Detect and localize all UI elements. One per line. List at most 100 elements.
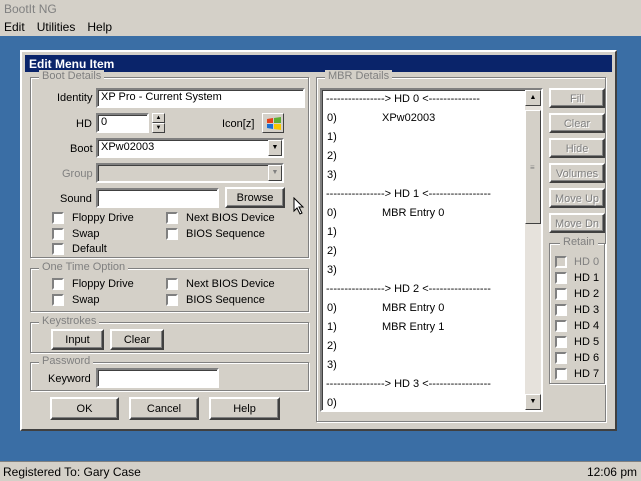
hd-input[interactable]: 0 (96, 113, 149, 133)
input-button[interactable]: Input (51, 329, 104, 350)
mbr-details-legend: MBR Details (325, 70, 393, 82)
bios-sequence-label: BIOS Sequence (186, 228, 265, 240)
retain-hd2-checkbox[interactable] (555, 288, 567, 300)
dialog-title: Edit Menu Item (25, 55, 612, 72)
mbr-entry-row[interactable]: 1) (322, 128, 528, 147)
mbr-header-hd1[interactable]: ----------------> HD 1 <----------------… (322, 185, 528, 204)
chevron-down-icon[interactable]: ▼ (268, 140, 282, 156)
cancel-button[interactable]: Cancel (129, 397, 199, 420)
windows-logo-icon[interactable] (262, 113, 284, 133)
scroll-up-icon[interactable]: ▲ (525, 90, 541, 106)
sound-label: Sound (60, 193, 92, 205)
mbr-header-hd0[interactable]: ----------------> HD 0 <-------------- (322, 90, 528, 109)
mbr-entry-row[interactable]: 0) MBR Entry 0 (322, 204, 528, 223)
browse-button[interactable]: Browse (225, 187, 285, 208)
mbr-entry-row[interactable]: 0) MBR Entry 0 (322, 299, 528, 318)
ot-floppy-drive-label: Floppy Drive (72, 278, 134, 290)
fill-button[interactable]: Fill (549, 88, 605, 108)
clock-text: 12:06 pm (586, 465, 637, 479)
floppy-drive-checkbox[interactable] (52, 212, 64, 224)
menu-bar: Edit Utilities Help (0, 18, 641, 36)
mbr-entry-row[interactable]: 3) (322, 166, 528, 185)
swap-checkbox[interactable] (52, 228, 64, 240)
ot-floppy-drive-checkbox[interactable] (52, 278, 64, 290)
retain-hd5-label: HD 5 (574, 336, 600, 348)
keyword-label: Keyword (48, 373, 91, 385)
retain-hd0-label: HD 0 (574, 256, 600, 268)
retain-hd6-checkbox[interactable] (555, 352, 567, 364)
app-title: BootIt NG (4, 2, 57, 16)
mbr-header-hd3[interactable]: ----------------> HD 3 <----------------… (322, 375, 528, 394)
grip-icon: ≡ (530, 163, 535, 172)
retain-legend: Retain (560, 236, 598, 248)
password-legend: Password (39, 355, 94, 367)
retain-hd3-checkbox[interactable] (555, 304, 567, 316)
retain-hd6-label: HD 6 (574, 352, 600, 364)
mbr-entry-row[interactable]: 2) (322, 147, 528, 166)
retain-hd1-checkbox[interactable] (555, 272, 567, 284)
keystrokes-legend: Keystrokes (39, 315, 100, 327)
help-button[interactable]: Help (209, 397, 280, 420)
identity-label: Identity (57, 92, 93, 104)
keyword-input[interactable] (96, 368, 219, 388)
ot-next-bios-device-label: Next BIOS Device (186, 278, 275, 290)
group-label: Group (62, 168, 93, 180)
mbr-entry-row[interactable]: 2) (322, 242, 528, 261)
swap-label: Swap (72, 228, 100, 240)
retain-hd1-label: HD 1 (574, 272, 600, 284)
mbr-entry-row[interactable]: 3) (322, 261, 528, 280)
menu-edit[interactable]: Edit (4, 20, 25, 34)
icon-label: Icon[z] (222, 118, 255, 130)
retain-hd7-label: HD 7 (574, 368, 600, 380)
hide-button[interactable]: Hide (549, 138, 605, 158)
mbr-list[interactable]: ----------------> HD 0 <-------------- 0… (320, 88, 543, 412)
move-down-button[interactable]: Move Dn (549, 213, 605, 233)
volumes-button[interactable]: Volumes (549, 163, 605, 183)
scroll-down-icon[interactable]: ▼ (525, 394, 541, 410)
mbr-entry-row[interactable]: 2) (322, 337, 528, 356)
ot-swap-checkbox[interactable] (52, 294, 64, 306)
ot-bios-sequence-checkbox[interactable] (166, 294, 178, 306)
boot-select[interactable]: XPw02003 ▼ (96, 138, 284, 158)
mbr-clear-button[interactable]: Clear (549, 113, 605, 133)
retain-hd5-checkbox[interactable] (555, 336, 567, 348)
menu-utilities[interactable]: Utilities (37, 20, 76, 34)
mbr-entry-row[interactable]: 3) (322, 356, 528, 375)
hd-spinner[interactable]: ▲ ▼ (152, 113, 165, 133)
default-label: Default (72, 243, 107, 255)
scroll-thumb[interactable]: ≡ (525, 110, 541, 224)
retain-hd0-checkbox (555, 256, 567, 268)
next-bios-device-checkbox[interactable] (166, 212, 178, 224)
retain-hd7-checkbox[interactable] (555, 368, 567, 380)
sound-input[interactable] (96, 188, 219, 208)
ot-swap-label: Swap (72, 294, 100, 306)
retain-hd4-label: HD 4 (574, 320, 600, 332)
bios-sequence-checkbox[interactable] (166, 228, 178, 240)
menu-help[interactable]: Help (87, 20, 112, 34)
spin-down-icon[interactable]: ▼ (152, 123, 165, 133)
ot-bios-sequence-label: BIOS Sequence (186, 294, 265, 306)
boot-select-value: XPw02003 (101, 141, 155, 153)
mbr-header-hd2[interactable]: ----------------> HD 2 <----------------… (322, 280, 528, 299)
keystrokes-clear-label: Clear (123, 334, 151, 346)
identity-input[interactable]: XP Pro - Current System (96, 88, 305, 108)
default-checkbox[interactable] (52, 243, 64, 255)
boot-label: Boot (70, 143, 93, 155)
mbr-entry-row[interactable]: 1) MBR Entry 1 (322, 318, 528, 337)
mbr-entry-row[interactable]: 1) (322, 223, 528, 242)
mbr-scrollbar[interactable]: ▲ ≡ ▼ (525, 90, 541, 410)
boot-details-legend: Boot Details (39, 70, 105, 82)
mbr-entry-row[interactable]: 0) (322, 394, 528, 410)
app-title-bar: BootIt NG (0, 0, 641, 18)
keystrokes-clear-button[interactable]: Clear (110, 329, 164, 350)
chevron-down-icon: ▼ (268, 165, 282, 181)
status-bar: Registered To: Gary Case 12:06 pm (0, 461, 641, 481)
ot-next-bios-device-checkbox[interactable] (166, 278, 178, 290)
mouse-pointer-icon (293, 197, 305, 215)
mbr-entry-row[interactable]: 0) XPw02003 (322, 109, 528, 128)
floppy-drive-label: Floppy Drive (72, 212, 134, 224)
retain-hd4-checkbox[interactable] (555, 320, 567, 332)
spin-up-icon[interactable]: ▲ (152, 113, 165, 123)
ok-button[interactable]: OK (50, 397, 119, 420)
move-up-button[interactable]: Move Up (549, 188, 605, 208)
